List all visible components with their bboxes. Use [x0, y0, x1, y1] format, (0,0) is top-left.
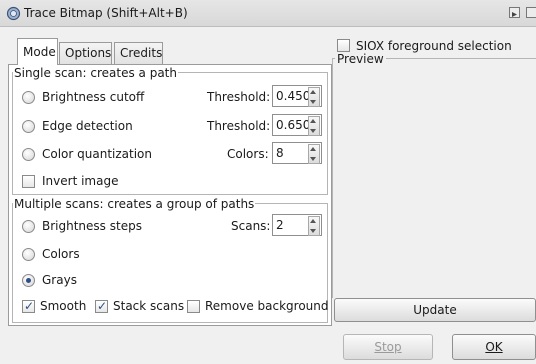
stack-scans-checkbox[interactable]: ✓	[95, 299, 108, 313]
invert-image-label: Invert image	[42, 174, 119, 188]
inkscape-trace-icon	[6, 6, 21, 21]
scans-count-label: Scans:	[231, 219, 271, 233]
colors-count-label: Colors:	[227, 147, 269, 161]
siox-label: SIOX foreground selection	[356, 39, 512, 53]
panel-close-icon[interactable]	[526, 7, 536, 18]
smooth-checkbox[interactable]: ✓	[22, 299, 35, 313]
remove-background-label: Remove background	[205, 299, 329, 313]
single-scan-legend: Single scan: creates a path	[13, 66, 178, 80]
edge-threshold-value: 0.650	[276, 118, 311, 132]
preview-area	[332, 58, 536, 298]
update-button[interactable]: Update	[334, 298, 536, 322]
title-bar: Trace Bitmap (Shift+Alt+B)	[0, 0, 536, 27]
brightness-threshold-label: Threshold:	[207, 90, 271, 104]
tab-options[interactable]: Options	[59, 42, 112, 64]
siox-checkbox[interactable]	[337, 39, 350, 52]
spinner-arrows-icon[interactable]	[308, 87, 320, 107]
edge-detection-label: Edge detection	[42, 119, 133, 133]
panel-menu-icon[interactable]	[509, 7, 520, 18]
brightness-steps-label: Brightness steps	[42, 219, 142, 233]
preview-legend: Preview	[335, 52, 386, 66]
brightness-threshold-spinner[interactable]: 0.450	[272, 85, 322, 107]
color-quantization-radio[interactable]	[22, 148, 35, 161]
remove-background-checkbox[interactable]	[187, 300, 200, 313]
multiple-scans-legend: Multiple scans: creates a group of paths	[13, 197, 256, 211]
brightness-cutoff-radio[interactable]	[22, 91, 35, 104]
smooth-label: Smooth	[40, 299, 87, 313]
colors-radio[interactable]	[22, 248, 35, 261]
tab-mode[interactable]: Mode	[17, 38, 58, 65]
brightness-threshold-value: 0.450	[276, 89, 311, 103]
stop-button-label: Stop	[374, 340, 402, 354]
scans-count-spinner[interactable]: 2	[272, 214, 322, 236]
spinner-arrows-icon[interactable]	[308, 144, 320, 164]
edge-threshold-label: Threshold:	[207, 119, 271, 133]
stop-button[interactable]: Stop	[343, 334, 433, 360]
scans-count-value: 2	[276, 218, 284, 232]
window-title: Trace Bitmap (Shift+Alt+B)	[24, 6, 188, 20]
grays-radio[interactable]	[22, 274, 35, 287]
color-quantization-label: Color quantization	[42, 147, 153, 161]
tab-credits[interactable]: Credits	[114, 42, 163, 64]
grays-label: Grays	[42, 273, 77, 287]
ok-button-label: OK	[485, 340, 503, 354]
brightness-cutoff-label: Brightness cutoff	[42, 90, 145, 104]
invert-image-checkbox[interactable]	[22, 175, 35, 188]
brightness-steps-radio[interactable]	[22, 220, 35, 233]
spinner-arrows-icon[interactable]	[308, 116, 320, 136]
ok-button[interactable]: OK	[452, 334, 536, 360]
colors-label: Colors	[42, 247, 80, 261]
colors-count-spinner[interactable]: 8	[272, 142, 322, 164]
edge-threshold-spinner[interactable]: 0.650	[272, 114, 322, 136]
colors-count-value: 8	[276, 146, 284, 160]
edge-detection-radio[interactable]	[22, 120, 35, 133]
spinner-arrows-icon[interactable]	[308, 216, 320, 236]
stack-scans-label: Stack scans	[113, 299, 185, 313]
